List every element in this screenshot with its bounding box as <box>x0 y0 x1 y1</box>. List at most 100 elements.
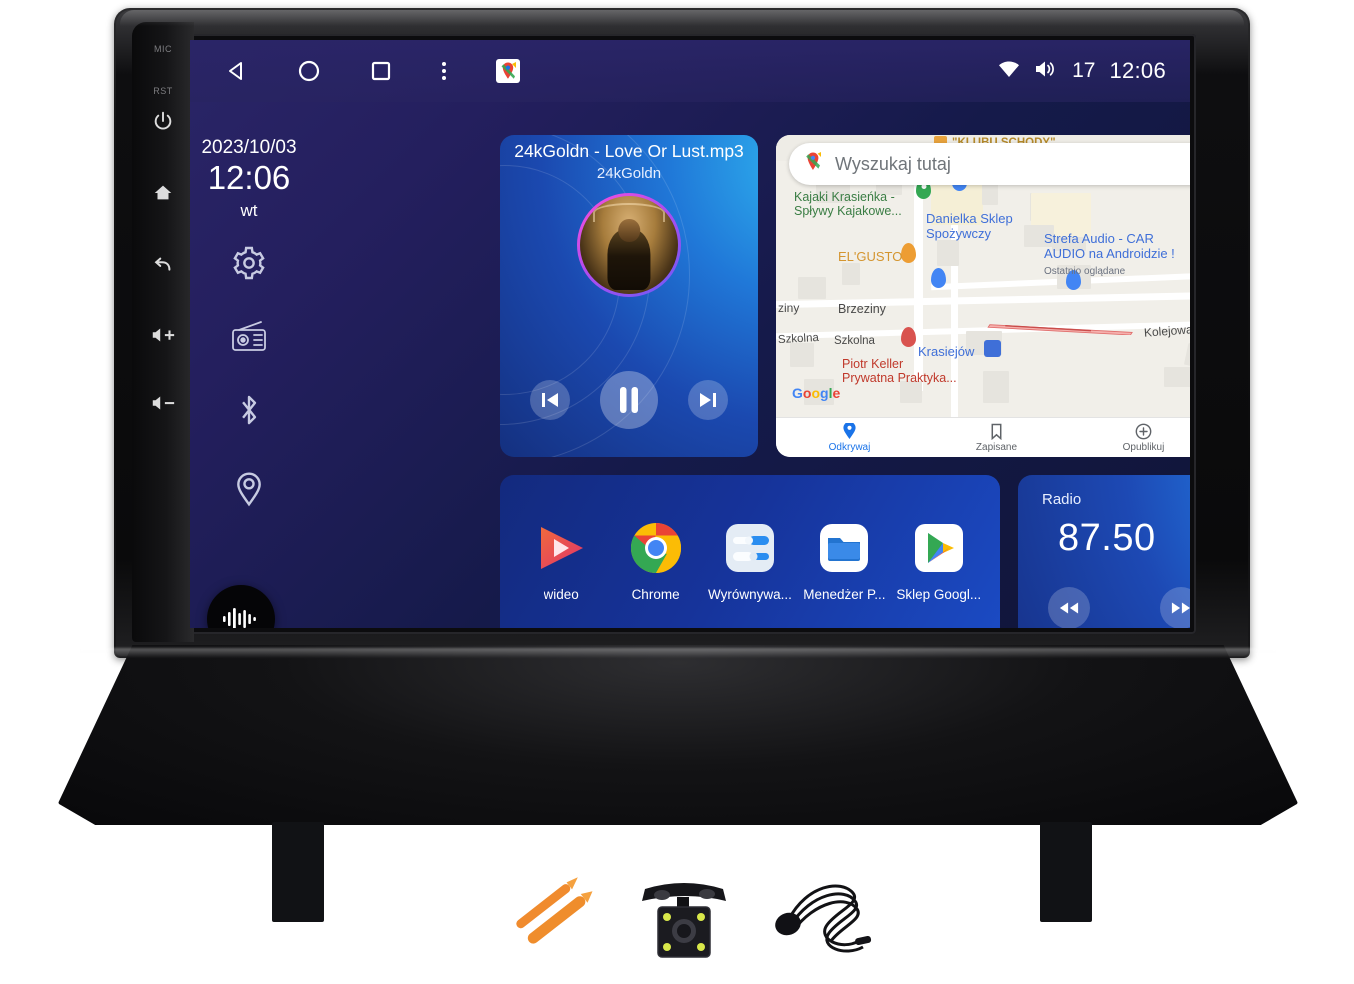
status-indicators: 17 12:06 <box>998 58 1166 84</box>
chrome-icon <box>629 521 683 575</box>
app-dock: wideo Chrome Wyrównywa... Menedżer P... … <box>500 475 1000 628</box>
video-play-icon <box>534 521 588 575</box>
back-triangle-icon[interactable] <box>225 59 249 83</box>
sidebar-shortcuts <box>230 245 268 512</box>
map-search-placeholder: Wyszukaj tutaj <box>835 153 951 174</box>
radio-seek-down-button[interactable] <box>1048 587 1090 628</box>
music-player-card[interactable]: 24kGoldn - Love Or Lust.mp3 24kGoldn <box>500 135 758 457</box>
widget-time: 12:06 <box>207 158 291 196</box>
volume-down-key[interactable] <box>150 394 176 412</box>
head-unit-base-highlight <box>78 648 1278 658</box>
app-label: Wyrównywa... <box>708 587 792 602</box>
radio-seek-up-button[interactable] <box>1160 587 1190 628</box>
app-equalizer[interactable]: Wyrównywa... <box>706 521 794 602</box>
album-art <box>580 196 678 294</box>
music-artist: 24kGoldn <box>596 165 662 182</box>
external-microphone <box>767 867 875 967</box>
app-play-store[interactable]: Sklep Googl... <box>895 521 983 602</box>
saved-bookmark-icon <box>991 423 1002 440</box>
map-marker-train-station[interactable] <box>984 340 1001 357</box>
poi-label: Piotr Keller Prywatna Praktyka... <box>842 357 957 386</box>
wifi-icon <box>998 60 1020 83</box>
map-bottom-nav: Odkrywaj Zapisane Opublikuj Najnowsze <box>776 417 1190 457</box>
route-traffic-overlay <box>987 324 1133 335</box>
street-label: ziny <box>778 301 800 315</box>
folder-icon <box>817 521 871 575</box>
mounting-bracket-left <box>272 822 324 922</box>
contribute-plus-icon <box>1135 423 1152 439</box>
radio-controls <box>1048 587 1190 628</box>
equalizer-sliders-icon <box>723 521 777 575</box>
map-tab-label: Odkrywaj <box>828 441 871 453</box>
map-tab-label: Zapisane <box>975 441 1018 453</box>
map-tab-zapisane[interactable]: Zapisane <box>923 423 1070 453</box>
street-label: Brzeziny <box>838 302 886 316</box>
street-label: Kolejowa <box>1143 322 1190 340</box>
volume-up-key[interactable] <box>150 326 176 344</box>
mic-label: MIC <box>154 44 172 54</box>
overflow-menu-icon[interactable] <box>441 59 447 83</box>
poi-label: Kajaki Krasieńka - Spływy Kajakowe... <box>794 190 902 219</box>
poi-label: Danielka Sklep Spożywczy <box>926 211 1013 241</box>
date-time-widget: 2023/10/03 12:06 wt <box>201 138 296 219</box>
back-key[interactable] <box>151 254 175 276</box>
screenshot-root: MIC RST 17 12:06 2023/10/03 12:06 wt 24k… <box>0 0 1354 984</box>
status-bar: 17 12:06 <box>190 40 1190 102</box>
volume-icon <box>1034 60 1058 83</box>
app-dock-card: wideo Chrome Wyrównywa... Menedżer P... … <box>500 475 1000 628</box>
app-label: Chrome <box>631 587 680 602</box>
home-circle-icon[interactable] <box>297 59 321 83</box>
left-widget-column: 2023/10/03 12:06 wt <box>190 80 308 628</box>
poi-label: EL'GUSTO <box>838 249 903 264</box>
map-tab-opublikuj[interactable]: Opublikuj <box>1070 423 1190 453</box>
power-key[interactable] <box>152 110 174 132</box>
navigation-bar <box>225 58 521 84</box>
bluetooth-icon[interactable] <box>234 391 264 434</box>
map-tab-odkrywaj[interactable]: Odkrywaj <box>776 422 923 453</box>
radio-frequency: 87.50 <box>1058 517 1156 559</box>
map-marker-clinic[interactable] <box>901 327 916 347</box>
recents-square-icon[interactable] <box>369 59 393 83</box>
app-chrome[interactable]: Chrome <box>612 521 700 602</box>
location-pin-icon[interactable] <box>232 467 266 512</box>
home-key[interactable] <box>151 182 175 204</box>
app-label: wideo <box>543 587 579 602</box>
radio-card[interactable]: Radio 87.50 FM <box>1018 475 1190 628</box>
head-unit-base <box>58 645 1298 825</box>
android-screen: 17 12:06 2023/10/03 12:06 wt 24kGoldn - … <box>190 40 1190 628</box>
widget-weekday: wt <box>240 200 258 220</box>
voice-assistant-button[interactable] <box>207 585 275 628</box>
google-watermark: Google <box>792 385 841 401</box>
google-play-icon <box>912 521 966 575</box>
street-label: Szkolna <box>777 331 820 347</box>
app-label: Menedżer P... <box>803 587 886 602</box>
map-marker-restaurant[interactable] <box>901 243 916 263</box>
music-pause-button[interactable] <box>600 371 658 429</box>
accessories-row <box>505 862 875 972</box>
map-search-bar[interactable]: Wyszukaj tutaj B <box>789 143 1190 185</box>
map-tab-label: Opublikuj <box>1122 441 1165 453</box>
google-maps-card[interactable]: "KLUBU SCHODY" <box>776 135 1190 457</box>
poi-sublabel: Ostatnio oglądane <box>1044 266 1126 277</box>
reset-label: RST <box>153 86 173 96</box>
map-marker-shop-1[interactable] <box>931 268 946 288</box>
app-file-manager[interactable]: Menedżer P... <box>800 521 888 602</box>
radio-icon[interactable] <box>230 319 268 358</box>
app-label: Sklep Googl... <box>896 587 982 602</box>
google-maps-icon[interactable] <box>495 58 521 84</box>
app-video[interactable]: wideo <box>517 521 605 602</box>
mounting-bracket-right <box>1040 822 1092 922</box>
pry-tools <box>505 876 601 958</box>
settings-icon[interactable] <box>231 245 267 286</box>
reversing-camera <box>629 867 739 967</box>
music-transport-controls <box>500 371 758 429</box>
street-label: Szkolna <box>834 335 875 347</box>
physical-key-column: MIC RST <box>132 22 194 642</box>
music-title: 24kGoldn - Love Or Lust.mp3 <box>514 141 744 161</box>
music-previous-button[interactable] <box>530 380 570 420</box>
volume-value: 17 <box>1072 59 1096 82</box>
radio-title: Radio <box>1042 491 1082 508</box>
explore-pin-icon <box>843 422 856 439</box>
maps-logo-icon <box>803 151 823 178</box>
music-next-button[interactable] <box>688 380 728 420</box>
